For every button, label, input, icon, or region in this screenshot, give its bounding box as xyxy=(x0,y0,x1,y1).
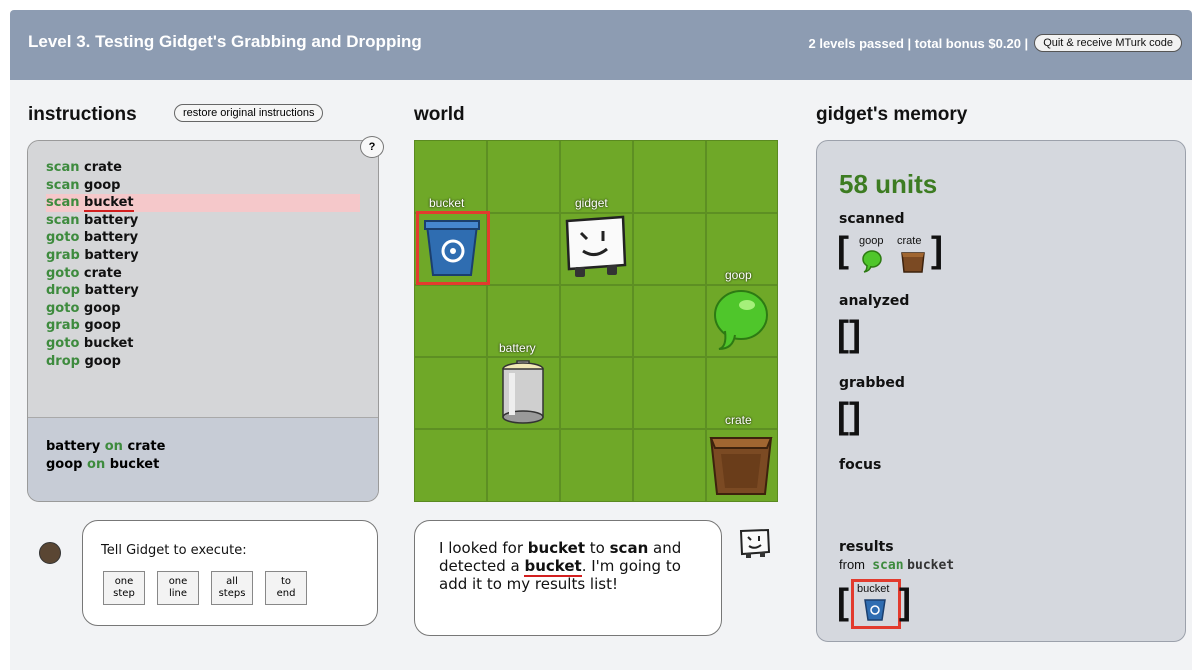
code-keyword: goto xyxy=(46,265,80,281)
code-line[interactable]: goto crate xyxy=(46,265,360,283)
focus-label: focus xyxy=(839,457,882,473)
quit-button[interactable]: Quit & receive MTurk code xyxy=(1034,34,1182,52)
one-line-button[interactable]: one line xyxy=(157,571,199,605)
code-object: crate xyxy=(84,160,122,175)
results-item-label: bucket xyxy=(857,583,890,595)
code-object: battery xyxy=(84,212,139,228)
gidget-mini-icon xyxy=(739,528,771,558)
code-line[interactable]: goto battery xyxy=(46,229,360,247)
levels-status: 2 levels passed | total bonus $0.20 | xyxy=(808,35,1029,51)
results-bracket-open: [ xyxy=(837,581,849,622)
header-bar: Level 3. Testing Gidget's Grabbing and D… xyxy=(10,10,1192,80)
execute-label: Tell Gidget to execute: xyxy=(101,543,247,558)
code-keyword: drop xyxy=(46,353,80,369)
scanned-goop-icon[interactable] xyxy=(861,249,883,273)
memory-units: 58 units xyxy=(839,169,938,199)
goals-panel: battery on crate goop on bucket xyxy=(28,417,378,501)
code-keyword: scan xyxy=(46,212,80,228)
code-line[interactable]: goto bucket xyxy=(46,335,360,353)
gidget-speech-bubble: I looked for bucket to scan and detected… xyxy=(414,520,722,636)
all-steps-button[interactable]: all steps xyxy=(211,571,253,605)
code-editor[interactable]: scan crate scan goop scan bucket scan batte… xyxy=(28,141,378,417)
code-keyword: scan xyxy=(46,160,80,175)
code-object: bucket xyxy=(84,195,134,213)
instructions-title: instructions xyxy=(28,104,137,125)
code-lines: scan crate scan goop scan bucket scan batte… xyxy=(46,159,360,370)
code-keyword: scan xyxy=(46,195,80,211)
code-object: goop xyxy=(84,177,121,193)
goop-icon[interactable] xyxy=(711,287,769,353)
level-title: Level 3. Testing Gidget's Grabbing and D… xyxy=(28,32,422,51)
bucket-label: bucket xyxy=(429,196,465,210)
code-keyword: goto xyxy=(46,300,80,316)
scanned-bracket-open: [ xyxy=(837,229,849,270)
memory-title: gidget's memory xyxy=(816,104,968,125)
memory-panel: 58 units scanned [ goop crate ] analyzed… xyxy=(816,140,1186,642)
code-line[interactable]: grab goop xyxy=(46,317,360,335)
results-bracket-close: ] xyxy=(899,581,911,622)
code-object: bucket xyxy=(83,335,134,351)
code-object: goop xyxy=(84,353,121,369)
one-step-button[interactable]: one step xyxy=(103,571,145,605)
crate-icon[interactable] xyxy=(709,430,773,496)
code-object: battery xyxy=(84,247,139,263)
grabbed-label: grabbed xyxy=(839,375,905,391)
code-line[interactable]: scan bucket xyxy=(46,194,360,213)
code-object: goop xyxy=(84,318,121,334)
analyzed-label: analyzed xyxy=(839,293,910,309)
grabbed-empty-list: [] xyxy=(837,395,861,436)
battery-icon[interactable] xyxy=(499,359,547,425)
scanned-item-goop-label: goop xyxy=(859,235,884,247)
gidget-robot-icon[interactable] xyxy=(563,215,629,281)
world-title: world xyxy=(414,104,465,125)
instructions-panel: scan crate scan goop scan bucket scan batte… xyxy=(27,140,379,502)
scanned-bracket-close: ] xyxy=(931,229,943,270)
to-end-button[interactable]: to end xyxy=(265,571,307,605)
scanned-item-crate-label: crate xyxy=(897,235,922,247)
restore-instructions-button[interactable]: restore original instructions xyxy=(174,104,324,122)
code-line[interactable]: scan crate xyxy=(46,159,360,177)
code-keyword: goto xyxy=(46,230,80,246)
code-line[interactable]: drop battery xyxy=(46,282,360,300)
results-label: results xyxy=(839,539,894,555)
scanned-crate-icon[interactable] xyxy=(901,249,925,273)
user-avatar-icon xyxy=(39,542,61,564)
results-source: from scan bucket xyxy=(839,557,955,573)
goal-lines: battery on crate goop on bucket xyxy=(46,438,165,473)
results-bucket-icon[interactable] xyxy=(863,597,887,621)
world-grid: bucket gidget goop battery crate xyxy=(414,140,778,502)
execute-bubble: Tell Gidget to execute: one step one line… xyxy=(82,520,378,626)
code-line[interactable]: drop goop xyxy=(46,353,360,371)
code-keyword: grab xyxy=(46,247,80,263)
crate-label: crate xyxy=(725,413,752,427)
analyzed-empty-list: [] xyxy=(837,313,861,354)
gidget-speech-text: I looked for bucket to scan and detected… xyxy=(439,539,682,593)
help-button[interactable]: ? xyxy=(360,136,384,158)
scanned-label: scanned xyxy=(839,211,905,227)
code-line[interactable]: goto goop xyxy=(46,300,360,318)
battery-label: battery xyxy=(499,341,536,355)
bucket-icon[interactable] xyxy=(423,217,481,277)
goal-line: goop on bucket xyxy=(46,456,160,472)
code-keyword: scan xyxy=(46,177,80,193)
code-keyword: drop xyxy=(46,283,80,299)
header-status-area: 2 levels passed | total bonus $0.20 | Qu… xyxy=(808,34,1182,52)
goop-label: goop xyxy=(725,268,752,282)
goal-line: battery on crate xyxy=(46,439,166,454)
code-keyword: grab xyxy=(46,318,80,334)
code-line[interactable]: grab battery xyxy=(46,247,360,265)
code-keyword: goto xyxy=(46,335,80,351)
code-object: goop xyxy=(83,300,121,316)
gidget-label: gidget xyxy=(575,196,608,210)
code-line[interactable]: scan battery xyxy=(46,212,360,230)
code-object: battery xyxy=(83,230,139,246)
execute-buttons: one step one line all steps to end xyxy=(103,571,307,605)
code-line[interactable]: scan goop xyxy=(46,177,360,195)
code-object: crate xyxy=(83,265,122,281)
code-object: battery xyxy=(84,283,139,299)
